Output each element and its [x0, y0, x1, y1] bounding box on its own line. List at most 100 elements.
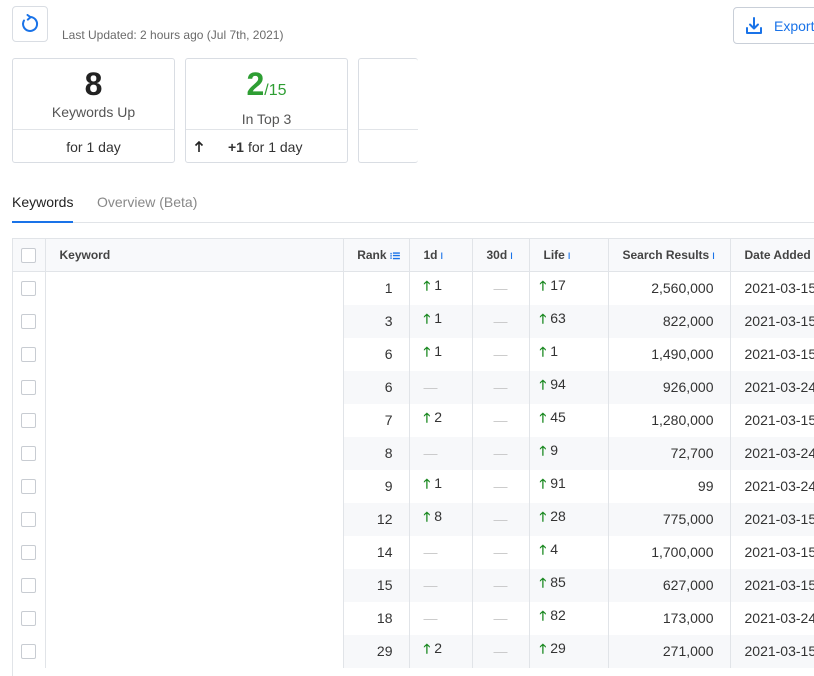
- d1-cell: —: [409, 370, 473, 404]
- row-checkbox-cell: [13, 403, 46, 437]
- keyword-cell[interactable]: [45, 370, 344, 404]
- search-results-cell: 1,700,000: [608, 535, 731, 569]
- table-row[interactable]: 6 — — 🡑 94 926,000 2021-03-24: [13, 370, 814, 404]
- life-cell: 🡑 85: [529, 568, 609, 602]
- row-checkbox[interactable]: [21, 643, 37, 659]
- table-row[interactable]: 7 🡑 2 — 🡑 45 1,280,000 2021-03-15: [13, 403, 814, 437]
- arrow-up-icon: 🡑: [423, 344, 431, 359]
- refresh-icon: [22, 14, 39, 32]
- row-checkbox[interactable]: [21, 346, 37, 362]
- header-30d[interactable]: 30d ǀ: [472, 238, 530, 272]
- table-row[interactable]: 12 🡑 8 — 🡑 28 775,000 2021-03-15: [13, 502, 814, 536]
- row-checkbox[interactable]: [21, 412, 37, 428]
- keyword-cell[interactable]: [45, 601, 344, 635]
- d30-value: —: [493, 577, 508, 593]
- life-value: 4: [550, 541, 559, 557]
- life-cell: 🡑 82: [529, 601, 609, 635]
- tabs-bar: Keywords Overview (Beta): [12, 192, 814, 223]
- keyword-cell[interactable]: [45, 535, 344, 569]
- keyword-cell[interactable]: [45, 337, 344, 371]
- arrow-up-icon: [194, 140, 204, 152]
- table-row[interactable]: 9 🡑 1 — 🡑 91 99 2021-03-24: [13, 469, 814, 503]
- header-date-added[interactable]: Date Addedǀ: [730, 238, 814, 272]
- tab-keywords[interactable]: Keywords: [12, 192, 73, 223]
- row-checkbox[interactable]: [21, 478, 37, 494]
- select-all-checkbox[interactable]: [21, 247, 37, 263]
- arrow-up-icon: 🡑: [423, 641, 431, 656]
- row-checkbox[interactable]: [21, 577, 37, 593]
- keyword-cell[interactable]: [45, 271, 344, 305]
- date-added-cell: 2021-03-24: [730, 370, 814, 404]
- d30-value: —: [493, 643, 508, 659]
- keyword-cell[interactable]: [45, 469, 344, 503]
- search-results-cell: 822,000: [608, 304, 731, 338]
- row-checkbox[interactable]: [21, 280, 37, 296]
- table-row[interactable]: 1 🡑 1 — 🡑 17 2,560,000 2021-03-15: [13, 271, 814, 305]
- arrow-up-icon: 🡑: [423, 278, 431, 294]
- keyword-cell[interactable]: [45, 568, 344, 602]
- row-checkbox[interactable]: [21, 610, 37, 626]
- header-keyword-label: Keyword: [59, 248, 111, 262]
- row-checkbox[interactable]: [21, 511, 37, 527]
- d30-cell: —: [472, 304, 530, 338]
- keyword-placeholder: [45, 272, 274, 305]
- row-checkbox[interactable]: [21, 544, 37, 560]
- row-checkbox-cell: [13, 601, 46, 635]
- arrow-up-icon: 🡑: [423, 476, 431, 491]
- in-top3-footer: +1 for 1 day: [186, 130, 347, 162]
- table-row[interactable]: 3 🡑 1 — 🡑 63 822,000 2021-03-15: [13, 304, 814, 338]
- d30-cell: —: [472, 535, 530, 569]
- table-row[interactable]: 14 — — 🡑 4 1,700,000 2021-03-15: [13, 535, 814, 569]
- d1-value: 8: [434, 508, 443, 524]
- export-button[interactable]: Export: [733, 7, 814, 44]
- refresh-button[interactable]: [12, 6, 48, 42]
- rank-cell: 3: [343, 304, 410, 338]
- table-row[interactable]: 6 🡑 1 — 🡑 1 1,490,000 2021-03-15: [13, 337, 814, 371]
- d30-cell: —: [472, 271, 530, 305]
- row-checkbox-cell: [13, 370, 46, 404]
- date-added-cell: 2021-03-15: [730, 535, 814, 569]
- row-checkbox[interactable]: [21, 313, 37, 329]
- select-all-cell: [13, 238, 46, 272]
- table-row[interactable]: 15 — — 🡑 85 627,000 2021-03-15: [13, 568, 814, 602]
- d30-cell: —: [472, 601, 530, 635]
- row-checkbox[interactable]: [21, 445, 37, 461]
- table-row[interactable]: 18 — — 🡑 82 173,000 2021-03-24: [13, 601, 814, 635]
- keyword-cell[interactable]: [45, 634, 344, 668]
- row-checkbox[interactable]: [21, 379, 37, 395]
- table-header-row: Keyword Rank ⁝☰ 1d ǀ 30d ǀ Life ǀ Search Res…: [13, 238, 814, 272]
- table-row[interactable]: 8 — — 🡑 9 72,700 2021-03-24: [13, 436, 814, 470]
- d30-value: —: [493, 478, 508, 494]
- life-value: 45: [550, 409, 566, 425]
- keyword-placeholder: [45, 470, 274, 502]
- keyword-placeholder: [45, 338, 274, 370]
- life-cell: 🡑 17: [529, 271, 609, 305]
- d1-value: —: [423, 445, 438, 461]
- header-1d[interactable]: 1d ǀ: [409, 238, 473, 272]
- life-value: 94: [550, 376, 566, 392]
- last-updated-text: Last Updated: 2 hours ago (Jul 7th, 2021…: [62, 28, 284, 42]
- header-rank[interactable]: Rank ⁝☰: [343, 238, 410, 272]
- tab-overview[interactable]: Overview (Beta): [97, 192, 197, 223]
- rank-cell: 18: [343, 601, 410, 635]
- arrow-up-icon: 🡑: [539, 311, 547, 326]
- search-results-cell: 173,000: [608, 601, 731, 635]
- keyword-cell[interactable]: [45, 436, 344, 470]
- life-cell: 🡑 1: [529, 337, 609, 371]
- date-added-cell: 2021-03-15: [730, 271, 814, 305]
- life-value: 29: [550, 640, 566, 656]
- d1-value: 2: [434, 640, 443, 656]
- export-label: Export: [774, 17, 814, 34]
- keyword-cell[interactable]: [45, 502, 344, 536]
- arrow-up-icon: 🡑: [539, 476, 547, 491]
- d30-cell: —: [472, 568, 530, 602]
- arrow-up-icon: 🡑: [539, 509, 547, 524]
- d1-value: 1: [434, 343, 443, 359]
- header-life[interactable]: Life ǀ: [529, 238, 609, 272]
- keyword-cell[interactable]: [45, 403, 344, 437]
- table-row[interactable]: 29 🡑 2 — 🡑 29 271,000 2021-03-15: [13, 634, 814, 668]
- keyword-cell[interactable]: [45, 304, 344, 338]
- rank-cell: 6: [343, 370, 410, 404]
- header-search-results[interactable]: Search Results ǀ: [608, 238, 731, 272]
- header-keyword[interactable]: Keyword: [45, 238, 344, 272]
